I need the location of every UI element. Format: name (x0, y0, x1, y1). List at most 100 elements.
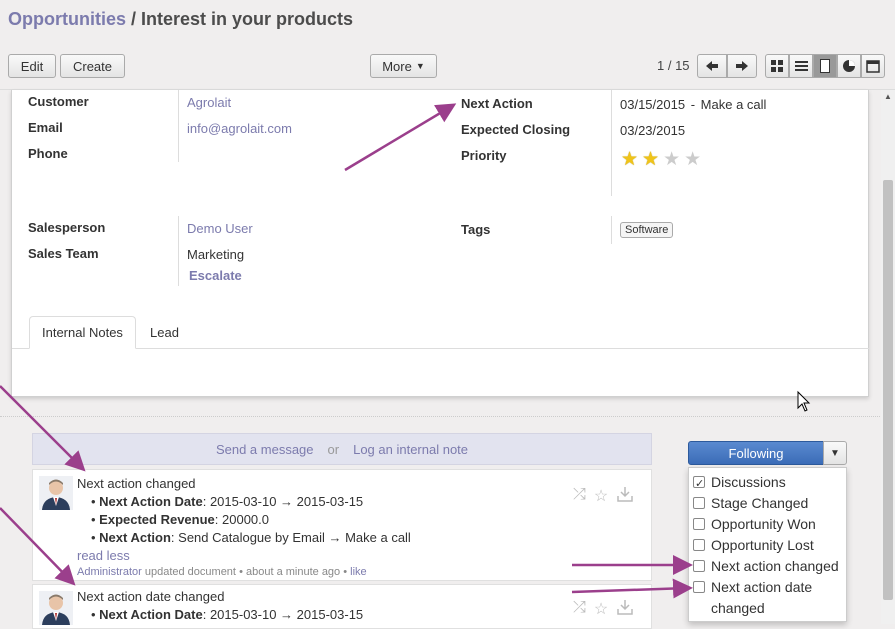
prev-record-button[interactable] (697, 54, 727, 78)
priority-star-icon[interactable]: ★ (621, 150, 638, 169)
control-panel: Opportunities / Interest in your product… (0, 0, 895, 90)
subtype-option-stage-changed[interactable]: Stage Changed (693, 493, 808, 514)
message-line: • Expected Revenue: 20000.0 (91, 512, 269, 527)
expected-closing-field[interactable]: 03/23/2015 (620, 123, 685, 138)
star-icon[interactable]: ☆ (594, 486, 608, 506)
calendar-icon (866, 60, 880, 73)
message-actions: ⤮ ☆ (573, 486, 634, 506)
phone-label: Phone (28, 146, 68, 161)
customer-label: Customer (28, 94, 89, 109)
divider (178, 216, 179, 286)
edit-button[interactable]: Edit (8, 54, 56, 78)
field-change: : 20000.0 (214, 512, 269, 527)
salesperson-label: Salesperson (28, 220, 106, 235)
tag-badge[interactable]: Software (620, 222, 674, 238)
bullet-sep: • (239, 566, 243, 578)
priority-star-icon[interactable]: ★ (684, 150, 701, 169)
arrow-left-icon (706, 61, 718, 71)
graph-view-button[interactable] (837, 54, 861, 78)
field-change: : Send Catalogue by Email → Make a call (170, 530, 411, 545)
message-line: • Next Action Date: 2015-03-10 → 2015-03… (91, 607, 364, 622)
option-label: Next action changed (711, 558, 839, 574)
checkbox[interactable] (693, 518, 705, 530)
tags-label: Tags (461, 222, 491, 237)
message-title: Next action date changed (77, 589, 225, 604)
read-less-link[interactable]: read less (77, 548, 130, 563)
more-label: More (382, 58, 412, 74)
email-label: Email (28, 120, 63, 135)
priority-stars[interactable]: ★ ★ ★ ★ (621, 150, 701, 169)
scroll-up-icon[interactable]: ▲ (884, 92, 892, 101)
subtype-option-next-action-date-changed[interactable]: Next action date changed (693, 577, 823, 619)
salesperson-field[interactable]: Demo User (187, 221, 253, 236)
dash: - (690, 97, 696, 112)
star-icon[interactable]: ☆ (594, 599, 608, 619)
following-button[interactable]: Following (688, 441, 824, 465)
next-record-button[interactable] (727, 54, 757, 78)
form-view-button[interactable] (813, 54, 837, 78)
breadcrumb: Opportunities / Interest in your product… (8, 9, 353, 30)
priority-star-icon[interactable]: ★ (642, 150, 659, 169)
expected-closing-label: Expected Closing (461, 122, 571, 137)
customer-field[interactable]: Agrolait (187, 95, 231, 110)
list-view-button[interactable] (789, 54, 813, 78)
next-action-field[interactable]: 03/15/2015 - Make a call (620, 97, 766, 112)
caret-down-icon: ▼ (830, 447, 840, 459)
shuffle-icon[interactable]: ⤮ (573, 599, 586, 619)
divider (611, 216, 612, 244)
subtype-option-opportunity-lost[interactable]: Opportunity Lost (693, 535, 814, 556)
composer-bar: Send a message or Log an internal note (32, 433, 652, 465)
message-item: Next action changed • Next Action Date: … (32, 469, 652, 581)
tab-internal-notes[interactable]: Internal Notes (29, 316, 136, 349)
option-label: Opportunity Won (711, 516, 816, 532)
author-link[interactable]: Administrator (77, 566, 142, 578)
field-change: : 2015-03-10 → 2015-03-15 (202, 494, 364, 509)
more-button[interactable]: More ▼ (370, 54, 437, 78)
priority-star-icon[interactable]: ★ (663, 150, 680, 169)
field-name: Expected Revenue (99, 512, 215, 527)
kanban-view-button[interactable] (765, 54, 789, 78)
bullet-sep: • (343, 566, 348, 578)
create-button[interactable]: Create (60, 54, 125, 78)
field-name: Next Action Date (99, 607, 203, 622)
checkbox[interactable] (693, 497, 705, 509)
sales-team-label: Sales Team (28, 246, 99, 261)
page-title: Interest in your products (141, 9, 354, 29)
option-label: Stage Changed (711, 495, 809, 511)
sales-team-field[interactable]: Marketing (187, 247, 244, 262)
checkbox[interactable] (693, 581, 705, 593)
download-icon[interactable] (616, 486, 634, 502)
subtype-option-opportunity-won[interactable]: Opportunity Won (693, 514, 816, 535)
message-line: • Next Action: Send Catalogue by Email →… (91, 530, 411, 545)
shuffle-icon[interactable]: ⤮ (573, 486, 586, 506)
breadcrumb-separator: / (126, 9, 142, 29)
calendar-view-button[interactable] (861, 54, 885, 78)
form-sheet: Customer Agrolait Email info@agrolait.co… (11, 90, 869, 397)
breadcrumb-opportunities[interactable]: Opportunities (8, 9, 126, 29)
divider (178, 90, 179, 162)
scrollbar-thumb[interactable] (883, 180, 893, 600)
message-item: Next action date changed • Next Action D… (32, 584, 652, 629)
subtype-option-discussions[interactable]: Discussions (693, 472, 786, 495)
log-note-link[interactable]: Log an internal note (353, 442, 468, 457)
message-meta: Administrator updated document • about a… (77, 566, 367, 578)
message-actions: ⤮ ☆ (573, 599, 634, 619)
checkbox[interactable] (693, 539, 705, 551)
subtype-option-next-action-changed[interactable]: Next action changed (693, 556, 839, 577)
send-message-link[interactable]: Send a message (216, 442, 314, 457)
list-icon (794, 61, 808, 71)
option-label: Opportunity Lost (711, 537, 814, 553)
next-action-label: Next Action (461, 96, 533, 111)
email-field[interactable]: info@agrolait.com (187, 121, 292, 136)
time-text: about a minute ago (245, 566, 341, 578)
checkbox[interactable] (693, 560, 705, 572)
following-dropdown-toggle[interactable]: ▼ (823, 441, 847, 465)
escalate-link[interactable]: Escalate (189, 268, 242, 283)
download-icon[interactable] (616, 599, 634, 615)
scrollbar[interactable]: ▲ (881, 90, 895, 624)
like-link[interactable]: like (350, 566, 367, 578)
priority-label: Priority (461, 148, 507, 163)
notebook-tabs: Internal Notes Lead (12, 316, 869, 349)
tab-lead[interactable]: Lead (138, 316, 191, 349)
checkbox[interactable] (693, 474, 705, 495)
